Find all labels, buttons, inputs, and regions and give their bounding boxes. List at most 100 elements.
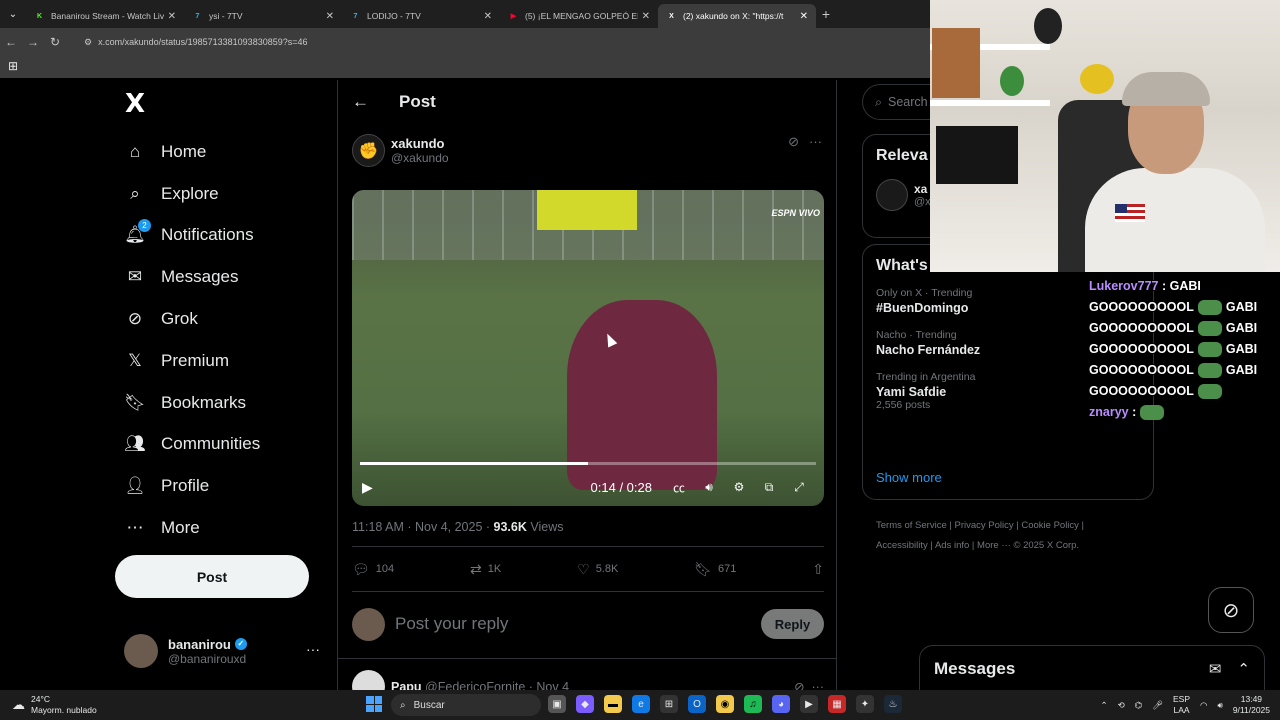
reply-button[interactable]: Reply: [761, 609, 824, 639]
nav-item-grok[interactable]: ⊘ Grok: [115, 298, 325, 340]
outlook-icon[interactable]: O: [688, 695, 706, 713]
spotify-icon[interactable]: ♫: [744, 695, 762, 713]
account-switcher[interactable]: bananirou ✓ @bananirouxd ···: [124, 633, 324, 669]
store-icon[interactable]: ⊞: [660, 695, 678, 713]
search-icon: ⌕: [123, 182, 147, 206]
volume-icon[interactable]: 🔊︎: [694, 480, 724, 495]
tray-app-icon[interactable]: ⟲: [1118, 700, 1125, 711]
relevant-author[interactable]: xa: [914, 182, 931, 196]
browser-tab[interactable]: ▶ (5) ¡EL MENGAO GOLPEÓ EN 2 ✕: [500, 4, 658, 28]
volume-icon[interactable]: 🔊︎: [1217, 700, 1222, 711]
chrome-icon[interactable]: ◉: [716, 695, 734, 713]
nav-item-communities[interactable]: 👥︎ Communities: [115, 424, 325, 466]
shelf: [930, 100, 1050, 106]
author-name[interactable]: xakundo: [391, 136, 449, 151]
video-player[interactable]: ESPN VIVO ▶ 0:14 / 0:28 ㏄ 🔊︎ ⚙ ⧉ ⤢: [352, 190, 824, 506]
new-message-icon[interactable]: ✉: [1209, 660, 1222, 678]
steam-icon[interactable]: ♨: [884, 695, 902, 713]
nav-item-explore[interactable]: ⌕ Explore: [115, 173, 325, 215]
browser-tab[interactable]: 7 LODIJO - 7TV ✕: [342, 4, 500, 28]
chat-username[interactable]: znaryy: [1089, 405, 1129, 419]
post-header: ← Post: [338, 80, 836, 124]
reply-action[interactable]: 💬︎ 104: [352, 561, 394, 578]
nav-item-more[interactable]: ⋯ More: [115, 507, 325, 549]
wifi-icon[interactable]: ◠: [1200, 700, 1207, 711]
more-icon[interactable]: ···: [306, 641, 320, 657]
nav-item-home[interactable]: ⌂ Home: [115, 131, 325, 173]
footer-line[interactable]: Accessibility | Ads info | More ··· © 20…: [876, 536, 1146, 556]
mic-icon[interactable]: 🎤︎: [1152, 700, 1163, 711]
clock[interactable]: 13:49 9/11/2025: [1233, 694, 1270, 716]
windows-start-icon[interactable]: [366, 696, 382, 712]
author-avatar[interactable]: ✊: [352, 134, 385, 167]
edge-icon[interactable]: e: [632, 695, 650, 713]
settings-icon[interactable]: ⚙: [724, 480, 754, 494]
nav-item-bookmarks[interactable]: 🔖︎ Bookmarks: [115, 382, 325, 424]
nav-item-messages[interactable]: ✉ Messages: [115, 256, 325, 298]
tab-search-icon[interactable]: ⌄: [0, 9, 26, 20]
discord-icon[interactable]: ◕: [772, 695, 790, 713]
bookmark-action[interactable]: 🔖︎ 671: [694, 561, 736, 578]
weather-widget[interactable]: ☁ 24°C Mayorm. nublado: [12, 694, 192, 716]
video-progress-bar[interactable]: [360, 462, 816, 465]
taskbar-search[interactable]: ⌕ Buscar: [391, 694, 541, 716]
chat-text: GOOOOOOOOOL: [1089, 300, 1194, 314]
reload-icon[interactable]: ↻: [44, 35, 66, 49]
back-arrow-icon[interactable]: ←: [352, 92, 369, 112]
x-logo[interactable]: X: [125, 89, 325, 119]
play-icon[interactable]: ▶: [362, 479, 382, 496]
post-button[interactable]: Post: [115, 555, 309, 598]
verified-icon: ✓: [234, 638, 247, 650]
repost-action[interactable]: ⇄ 1K: [470, 561, 501, 578]
back-icon[interactable]: ←: [0, 35, 22, 49]
grok-floating-button[interactable]: ⊘: [1208, 587, 1254, 633]
nav-item-profile[interactable]: 👤︎ Profile: [115, 465, 325, 507]
tray-chevron-icon[interactable]: ⌃: [1101, 700, 1108, 711]
tab-close-icon[interactable]: ✕: [642, 11, 650, 22]
nav-item-notifications[interactable]: 🔔︎ 2 Notifications: [115, 215, 325, 257]
fullscreen-icon[interactable]: ⤢: [784, 480, 814, 495]
like-action[interactable]: ♡ 5.8K: [577, 561, 618, 578]
reply-composer: Post your reply Reply: [352, 600, 824, 648]
app-icon[interactable]: ▦: [828, 695, 846, 713]
file-explorer-icon[interactable]: ▬: [604, 695, 622, 713]
expand-icon[interactable]: ⌃: [1237, 660, 1250, 678]
captions-icon[interactable]: ㏄: [664, 479, 694, 496]
avatar[interactable]: [876, 179, 908, 211]
account-handle: @bananirouxd: [168, 651, 247, 666]
show-more-link[interactable]: Show more: [876, 470, 942, 485]
browser-tab[interactable]: K Bananirou Stream - Watch Live ✕: [26, 4, 184, 28]
stream-chat-overlay: Lukerov777 : GABI GOOOOOOOOOL GABI GOOOOOOO…: [1089, 276, 1279, 423]
site-info-icon[interactable]: ⚙: [84, 37, 92, 48]
app-icon[interactable]: ✦: [856, 695, 874, 713]
network-icon[interactable]: ⌬: [1135, 700, 1142, 711]
tab-close-icon[interactable]: ✕: [484, 11, 492, 22]
post-timestamp[interactable]: 11:18 AM · Nov 4, 2025 ·: [352, 520, 494, 534]
tab-close-icon[interactable]: ✕: [800, 11, 808, 22]
new-tab-button[interactable]: +: [816, 6, 836, 22]
grok-icon[interactable]: ⊘: [788, 134, 799, 150]
language-indicator[interactable]: ESP LAA: [1173, 694, 1190, 716]
messages-dock[interactable]: Messages ✉ ⌃: [919, 645, 1265, 693]
tab-close-icon[interactable]: ✕: [326, 11, 334, 22]
app-icon[interactable]: ▶: [800, 695, 818, 713]
search-input[interactable]: ⌕ Search: [862, 84, 937, 120]
browser-tab[interactable]: 7 ysi - 7TV ✕: [184, 4, 342, 28]
apps-grid-icon[interactable]: ⊞: [8, 59, 18, 73]
post-more-icon[interactable]: ···: [809, 134, 822, 150]
url-field[interactable]: ⚙ x.com/xakundo/status/19857133810938308…: [78, 32, 878, 52]
copilot-icon[interactable]: ◆: [576, 695, 594, 713]
reply-input[interactable]: Post your reply: [395, 614, 761, 634]
author-handle[interactable]: @xakundo: [391, 151, 449, 165]
forward-icon[interactable]: →: [22, 35, 44, 49]
footer-line[interactable]: Terms of Service | Privacy Policy | Cook…: [876, 516, 1146, 536]
task-view-icon[interactable]: ▣: [548, 695, 566, 713]
post-author[interactable]: ✊ xakundo @xakundo: [352, 134, 449, 167]
browser-tab[interactable]: X (2) xakundo on X: "https://t ✕: [658, 4, 816, 28]
relevant-handle[interactable]: @x: [914, 196, 931, 208]
nav-item-premium[interactable]: 𝕏 Premium: [115, 340, 325, 382]
pip-icon[interactable]: ⧉: [754, 480, 784, 495]
share-action[interactable]: ⇧: [812, 561, 824, 578]
chat-username[interactable]: Lukerov777: [1089, 279, 1158, 293]
tab-close-icon[interactable]: ✕: [168, 11, 176, 22]
